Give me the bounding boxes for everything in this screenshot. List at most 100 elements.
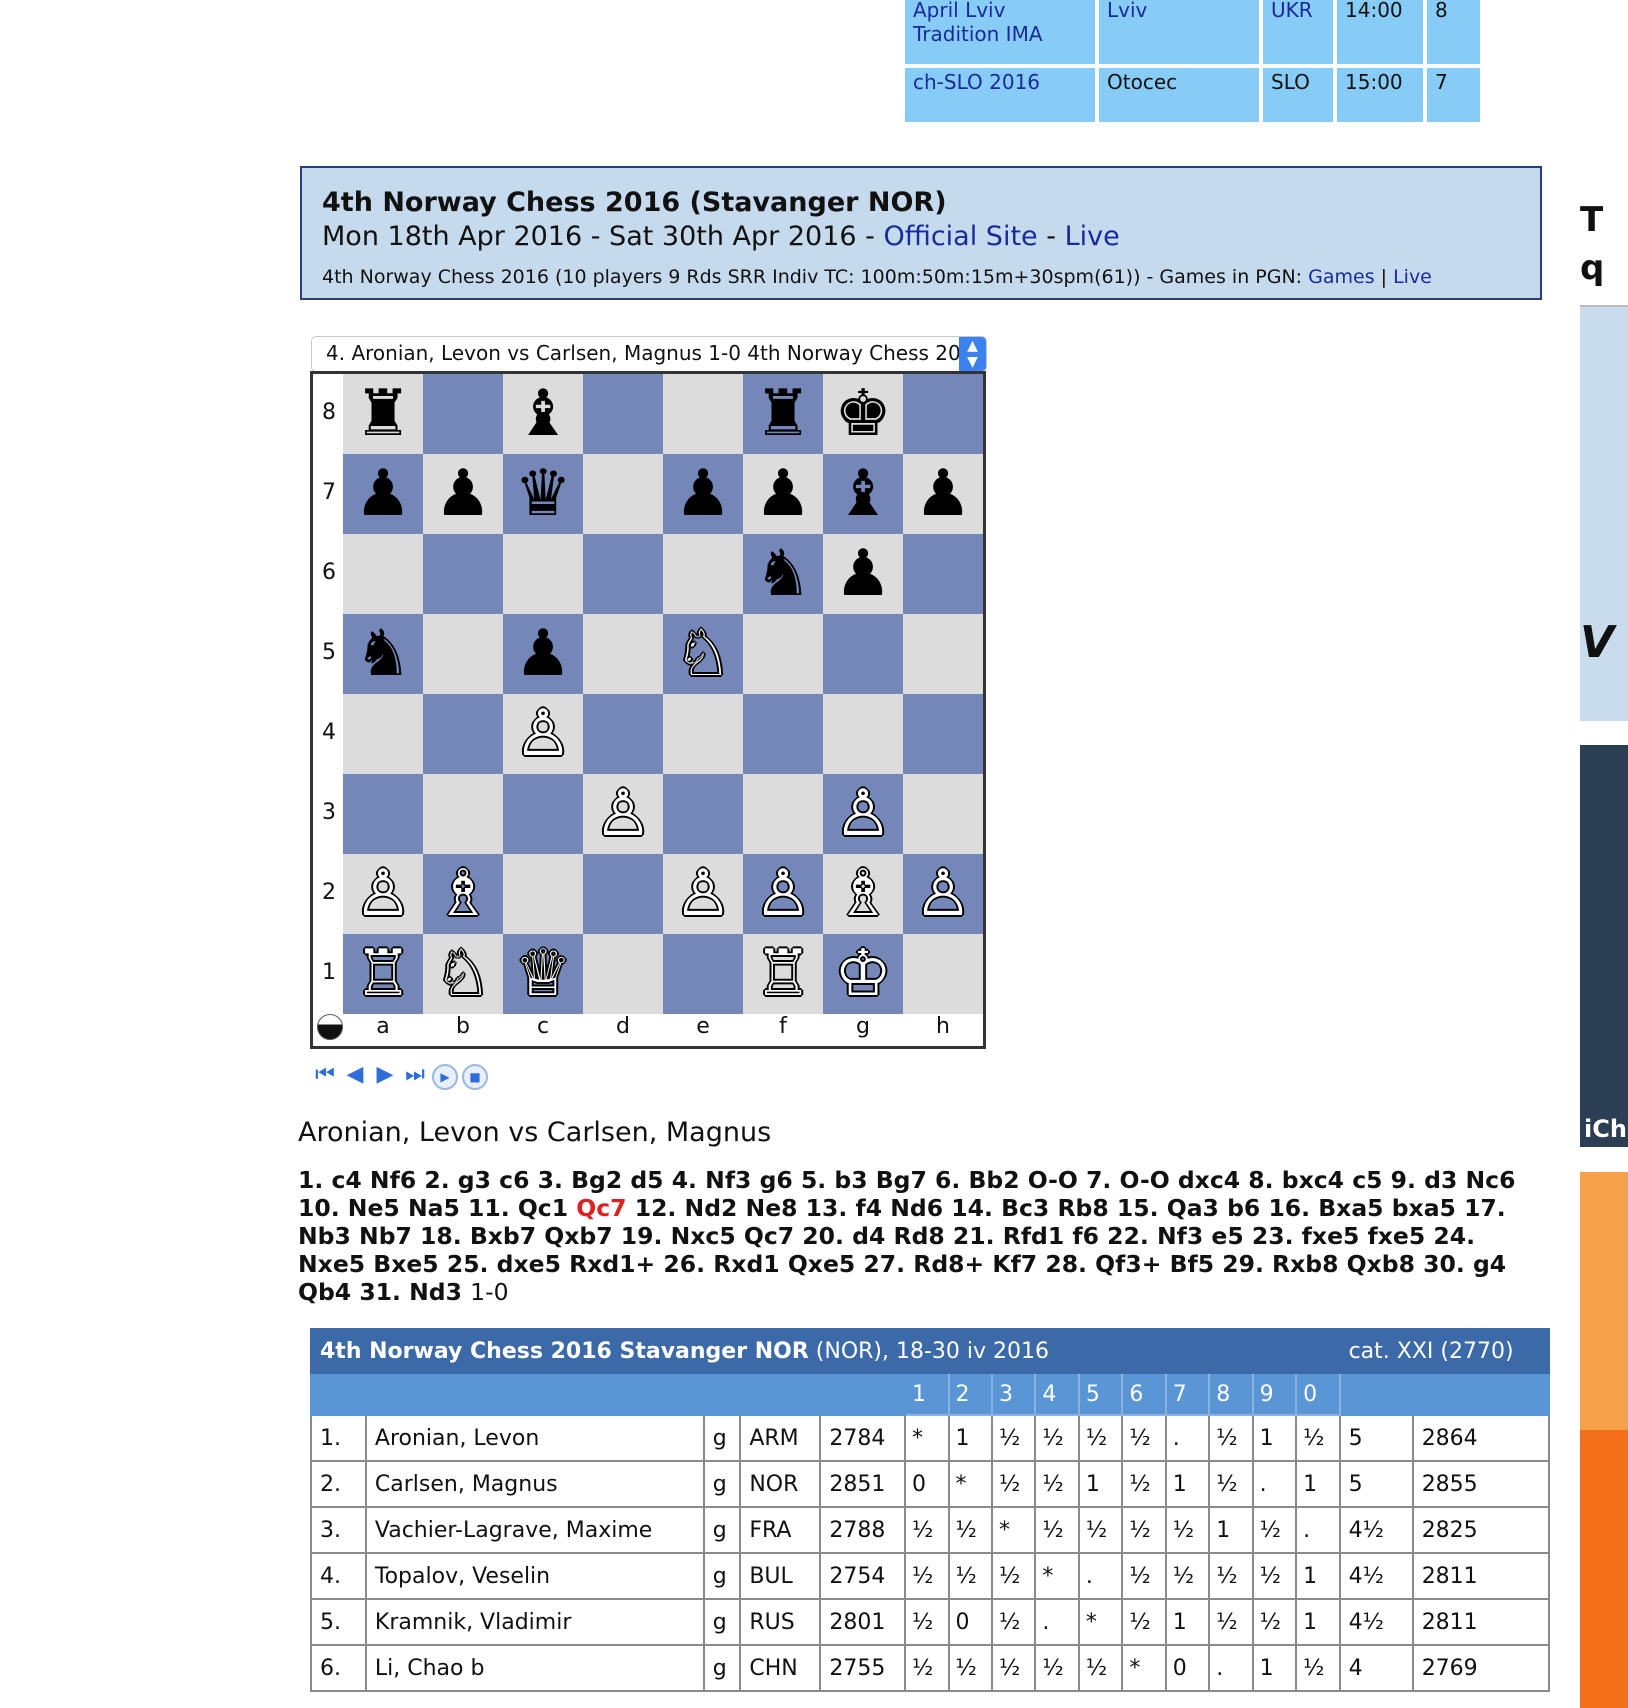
game-result-cell[interactable]: . [1251,1460,1298,1508]
game-result-cell[interactable]: 0 [904,1460,950,1508]
game-result-cell[interactable]: ½ [1034,1644,1080,1692]
game-result-cell[interactable]: ½ [1164,1552,1211,1600]
game-result-cell[interactable]: ½ [1034,1460,1080,1508]
game-result-cell[interactable]: ½ [904,1552,950,1600]
player-name[interactable]: Aronian, Levon [364,1414,705,1462]
game-result-cell[interactable]: ½ [904,1644,950,1692]
square-b5[interactable] [423,614,503,694]
game-result-cell[interactable]: ½ [1295,1414,1341,1462]
square-h6[interactable] [903,534,983,614]
side-ad-4[interactable] [1580,1430,1628,1708]
game-result-cell[interactable]: ½ [947,1552,993,1600]
game-result-cell[interactable]: ½ [1121,1414,1167,1462]
square-f5[interactable] [743,614,823,694]
event-link[interactable]: April Lviv Tradition IMA [905,0,1095,64]
player-name[interactable]: Carlsen, Magnus [364,1460,705,1508]
square-c2[interactable] [503,854,583,934]
game-result-cell[interactable]: ½ [990,1644,1037,1692]
white-pawn-icon[interactable]: ♙ [503,694,583,774]
first-move-icon[interactable]: ⏮ [312,1062,338,1088]
square-a4[interactable] [343,694,423,774]
white-bishop-icon[interactable]: ♗ [823,854,903,934]
select-arrows-icon[interactable]: ▲ ▼ [959,337,986,371]
black-pawn-icon[interactable]: ♟ [903,454,983,534]
square-f3[interactable] [743,774,823,854]
game-result-cell[interactable]: ½ [1295,1644,1341,1692]
square-b3[interactable] [423,774,503,854]
game-result-cell[interactable]: * [1121,1644,1167,1692]
square-d6[interactable] [583,534,663,614]
white-pawn-icon[interactable]: ♙ [583,774,663,854]
event-city[interactable]: Lviv [1099,0,1259,64]
white-rook-icon[interactable]: ♖ [743,934,823,1014]
white-rook-icon[interactable]: ♖ [343,934,423,1014]
game-result-cell[interactable]: 1 [1164,1460,1211,1508]
white-king-icon[interactable]: ♔ [823,934,903,1014]
square-h5[interactable] [903,614,983,694]
game-select[interactable]: 4. Aronian, Levon vs Carlsen, Magnus 1-0… [311,336,987,372]
game-result-cell[interactable]: . [1077,1552,1124,1600]
game-result-cell[interactable]: 1 [1295,1460,1341,1508]
game-result-cell[interactable]: ½ [990,1598,1037,1646]
black-pawn-icon[interactable]: ♟ [663,454,743,534]
game-result-cell[interactable]: ½ [1208,1460,1254,1508]
game-result-cell[interactable]: * [990,1506,1037,1554]
square-b6[interactable] [423,534,503,614]
official-site-link[interactable]: Official Site [883,221,1037,252]
black-knight-icon[interactable]: ♞ [743,534,823,614]
square-c3[interactable] [503,774,583,854]
current-move[interactable]: Qc7 [576,1194,626,1222]
game-result-cell[interactable]: 1 [947,1414,993,1462]
square-d7[interactable] [583,454,663,534]
game-result-cell[interactable]: ½ [1034,1506,1080,1554]
square-h4[interactable] [903,694,983,774]
square-a6[interactable] [343,534,423,614]
square-f4[interactable] [743,694,823,774]
square-b4[interactable] [423,694,503,774]
game-result-cell[interactable]: * [1034,1552,1080,1600]
square-a3[interactable] [343,774,423,854]
white-pawn-icon[interactable]: ♙ [743,854,823,934]
game-result-cell[interactable]: 1 [1295,1552,1341,1600]
square-h3[interactable] [903,774,983,854]
game-result-cell[interactable]: . [1208,1644,1254,1692]
live-link[interactable]: Live [1065,221,1120,252]
game-result-cell[interactable]: 1 [1251,1414,1298,1462]
game-result-cell[interactable]: ½ [1251,1552,1298,1600]
square-e6[interactable] [663,534,743,614]
square-h8[interactable] [903,374,983,454]
square-c6[interactable] [503,534,583,614]
stop-icon[interactable]: ■ [462,1064,488,1090]
square-g5[interactable] [823,614,903,694]
black-bishop-icon[interactable]: ♝ [823,454,903,534]
game-result-cell[interactable]: . [1034,1598,1080,1646]
game-result-cell[interactable]: ½ [947,1644,993,1692]
game-result-cell[interactable]: ½ [1251,1506,1298,1554]
game-result-cell[interactable]: * [947,1460,993,1508]
square-b8[interactable] [423,374,503,454]
player-name[interactable]: Li, Chao b [364,1644,705,1692]
white-knight-icon[interactable]: ♘ [663,614,743,694]
game-result-cell[interactable]: . [1295,1506,1341,1554]
game-result-cell[interactable]: ½ [904,1598,950,1646]
square-h1[interactable] [903,934,983,1014]
black-pawn-icon[interactable]: ♟ [343,454,423,534]
prev-move-icon[interactable]: ◀ [342,1062,368,1088]
square-d2[interactable] [583,854,663,934]
square-g4[interactable] [823,694,903,774]
game-result-cell[interactable]: ½ [1208,1414,1254,1462]
game-result-cell[interactable]: ½ [1077,1644,1124,1692]
game-result-cell[interactable]: 1 [1164,1598,1211,1646]
white-queen-icon[interactable]: ♕ [503,934,583,1014]
chess-board[interactable]: 8 7 6 5 4 3 2 1 a b c d e f g h ♜ ♝ ♜ ♚ ♟ ♟ ♛ ♟ ♟ ♝ ♟ ♞ ♟ ♞ ♟ ♘ ♙ ♙ ♙ ♙ ♗ ♙ ♙ ♗… [310,371,986,1049]
game-result-cell[interactable]: 0 [947,1598,993,1646]
game-result-cell[interactable]: ½ [1121,1552,1167,1600]
last-move-icon[interactable]: ⏭ [402,1062,428,1088]
square-d4[interactable] [583,694,663,774]
black-pawn-icon[interactable]: ♟ [503,614,583,694]
game-result-cell[interactable]: ½ [1121,1598,1167,1646]
black-rook-icon[interactable]: ♜ [743,374,823,454]
square-d1[interactable] [583,934,663,1014]
square-d5[interactable] [583,614,663,694]
game-result-cell[interactable]: ½ [1121,1506,1167,1554]
